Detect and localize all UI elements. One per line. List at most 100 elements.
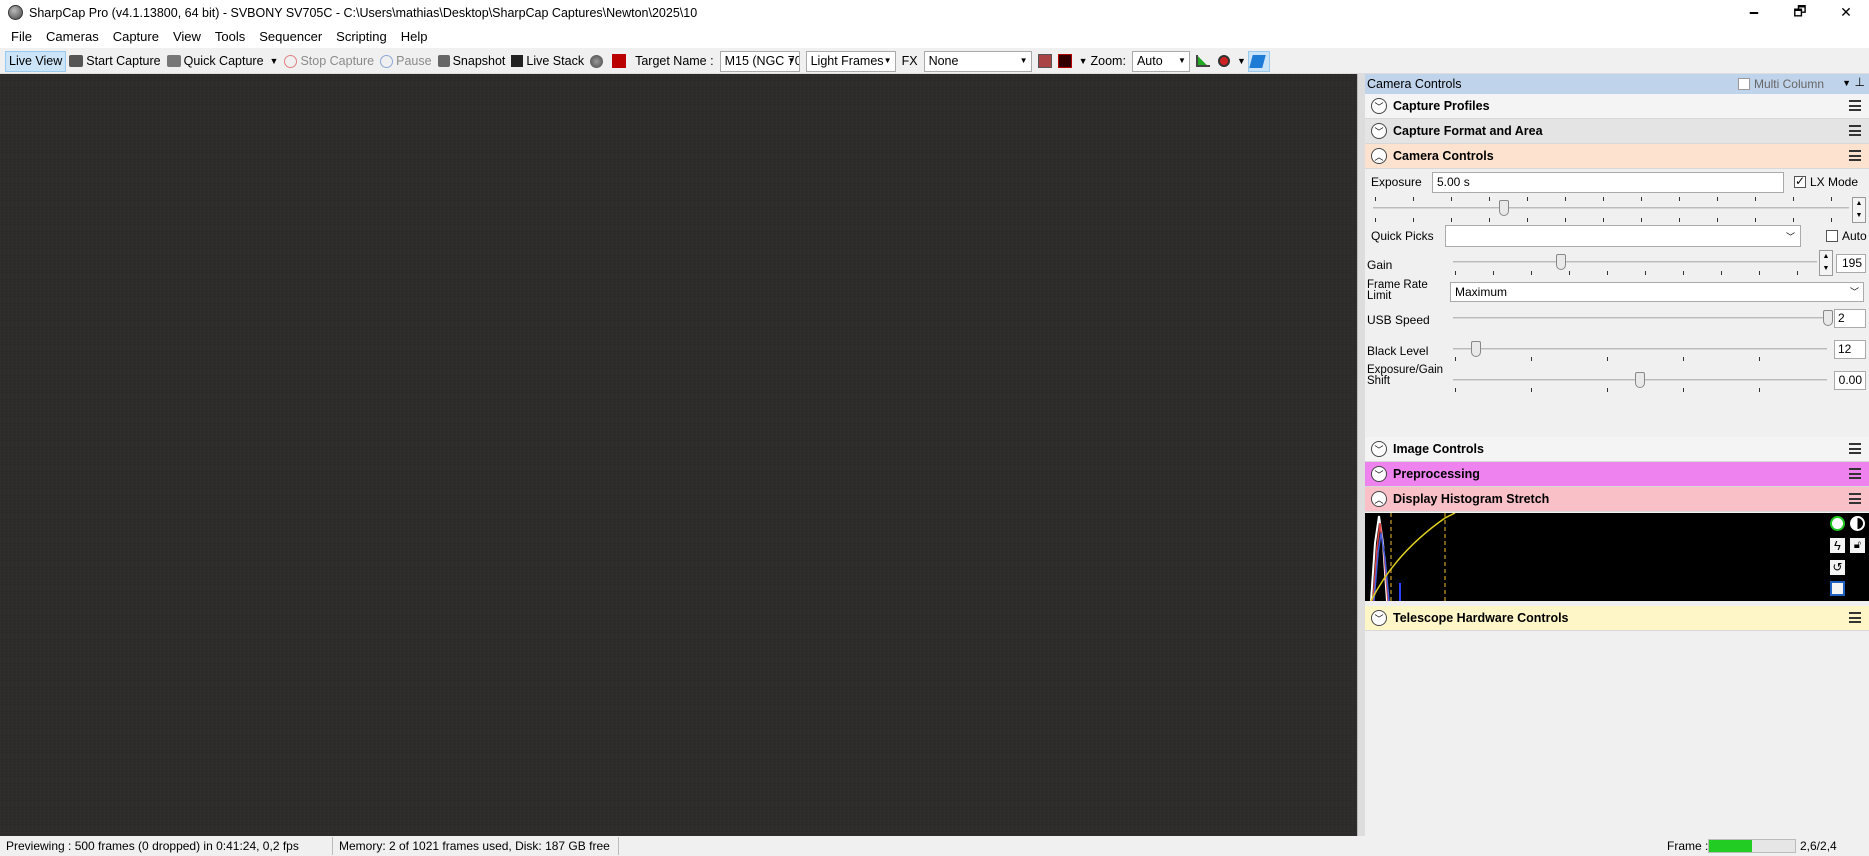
gain-spinner[interactable]: ▲ ▼ [1819,250,1833,276]
pause-button[interactable]: Pause [377,51,434,72]
ngc-button[interactable] [609,51,632,72]
exposure-slider-thumb[interactable] [1498,200,1509,216]
snapshot-button[interactable]: Snapshot [435,51,509,72]
chevron-down-icon[interactable]: ▼ [1237,56,1246,66]
exposure-gain-shift-slider-thumb[interactable] [1635,372,1645,388]
star-tool-button[interactable] [1247,50,1270,72]
frame-type-select[interactable]: Light Frames ▼ [805,50,896,72]
fx-value: None [928,54,959,68]
black-level-value[interactable]: 12 [1834,340,1866,359]
chevron-down-icon[interactable]: ﹀ [1371,98,1387,114]
chevron-up-icon[interactable]: ▲ [1823,251,1830,263]
hamburger-menu-icon[interactable] [1849,468,1861,479]
gain-slider[interactable] [1453,254,1817,270]
auto-checkbox[interactable] [1826,230,1838,242]
section-image-controls[interactable]: ﹀ Image Controls [1365,437,1869,462]
menu-cameras[interactable]: Cameras [39,29,106,44]
chevron-down-icon[interactable]: ﹀ [1371,610,1387,626]
contrast-icon[interactable] [1850,516,1865,531]
overlay-button[interactable]: ▼ [1057,51,1088,72]
section-preprocessing[interactable]: ﹀ Preprocessing [1365,462,1869,487]
exposure-slider[interactable] [1373,200,1849,216]
zoom-select[interactable]: Auto ▼ [1131,50,1190,72]
restore-button[interactable]: 🗗 [1777,0,1823,25]
lightning-icon[interactable]: ϟ [1830,538,1845,553]
usb-speed-value[interactable]: 2 [1834,309,1866,328]
hamburger-menu-icon[interactable] [1849,100,1861,111]
panel-title: Camera Controls [1367,77,1462,91]
quick-capture-button[interactable]: Quick Capture ▼ [164,51,282,72]
usb-speed-slider-thumb[interactable] [1823,310,1833,326]
menu-view[interactable]: View [166,29,208,44]
magnifier-button[interactable]: ▼ [1216,51,1248,72]
chevron-down-icon[interactable]: ▼ [1842,78,1851,88]
pin-icon[interactable]: ⊥ [1855,75,1865,89]
gain-value[interactable]: 195 [1836,254,1866,273]
histogram-graph[interactable] [1365,513,1826,601]
chevron-down-icon[interactable]: ﹀ [1371,441,1387,457]
chevron-down-icon[interactable]: ﹀ [1371,123,1387,139]
chevron-down-icon[interactable]: ﹀ [1371,466,1387,482]
chevron-up-icon[interactable]: ︿ [1371,491,1387,507]
stop-icon [284,54,298,68]
histogram-button[interactable] [1193,51,1216,72]
gain-slider-thumb[interactable] [1555,254,1566,270]
hamburger-menu-icon[interactable] [1849,612,1861,623]
chevron-down-icon[interactable]: ▼ [270,56,279,66]
lock-icon[interactable]: 🔓︎ [1850,538,1865,553]
lx-mode-toggle[interactable]: LX Mode [1794,174,1858,189]
exposure-input[interactable]: 5.00 s [1432,172,1784,193]
auto-stretch-icon[interactable] [1830,516,1845,531]
stop-capture-button[interactable]: Stop Capture [281,51,377,72]
hamburger-menu-icon[interactable] [1849,150,1861,161]
menu-scripting[interactable]: Scripting [329,29,394,44]
usb-speed-slider[interactable] [1453,310,1833,326]
minimize-button[interactable]: 🗕 [1731,0,1777,25]
hamburger-menu-icon[interactable] [1849,443,1861,454]
chevron-down-icon[interactable]: ▼ [1079,56,1088,66]
black-level-slider[interactable] [1453,341,1827,357]
reset-icon[interactable]: ↺ [1830,560,1845,575]
live-preview-image[interactable] [0,74,1357,836]
menu-sequencer[interactable]: Sequencer [252,29,329,44]
hamburger-menu-icon[interactable] [1849,493,1861,504]
exposure-gain-shift-value[interactable]: 0.00 [1834,371,1866,390]
black-level-slider-thumb[interactable] [1471,341,1482,357]
quick-picks-select[interactable]: ﹀ [1445,225,1801,247]
chevron-up-icon[interactable]: ︿ [1371,148,1387,164]
panel-splitter[interactable] [1357,74,1365,836]
section-telescope-hardware[interactable]: ﹀ Telescope Hardware Controls [1365,606,1869,631]
section-display-histogram[interactable]: ︿ Display Histogram Stretch [1365,487,1869,512]
status-bar: Previewing : 500 frames (0 dropped) in 0… [0,836,1869,856]
save-icon[interactable] [1830,581,1845,596]
polar-align-button[interactable] [587,51,609,72]
exposure-spinner[interactable]: ▲ ▼ [1852,197,1866,223]
auto-toggle[interactable]: Auto [1826,229,1867,243]
fx-select[interactable]: None ▼ [923,50,1032,72]
frame-rate-select[interactable]: Maximum ﹀ [1450,282,1864,302]
live-view-button[interactable]: Live View [5,50,67,72]
exposure-gain-shift-slider[interactable] [1453,372,1827,388]
chevron-down-icon[interactable]: ▼ [1856,210,1863,222]
target-name-select[interactable]: M15 (NGC 707▼ [719,50,800,72]
gain-ticks [1455,271,1815,275]
close-button[interactable]: ✕ [1823,0,1869,25]
section-capture-format[interactable]: ﹀ Capture Format and Area [1365,119,1869,144]
section-capture-profiles[interactable]: ﹀ Capture Profiles [1365,94,1869,119]
chevron-down-icon[interactable]: ▼ [1823,263,1830,275]
reticle-button[interactable] [1035,51,1058,72]
section-camera-controls[interactable]: ︿ Camera Controls [1365,144,1869,169]
menu-tools[interactable]: Tools [208,29,252,44]
live-stack-button[interactable]: Live Stack [508,51,587,72]
lx-mode-checkbox[interactable] [1794,174,1806,188]
menu-file[interactable]: File [4,29,39,44]
multi-column-checkbox[interactable] [1737,78,1750,90]
start-capture-button[interactable]: Start Capture [66,51,163,72]
chevron-up-icon[interactable]: ▲ [1856,198,1863,210]
multi-column-toggle[interactable]: Multi Column [1737,77,1824,91]
menu-help[interactable]: Help [394,29,435,44]
hamburger-menu-icon[interactable] [1849,125,1861,136]
menu-capture[interactable]: Capture [106,29,166,44]
quick-picks-label: Quick Picks [1371,229,1434,243]
moon-icon [590,54,604,68]
